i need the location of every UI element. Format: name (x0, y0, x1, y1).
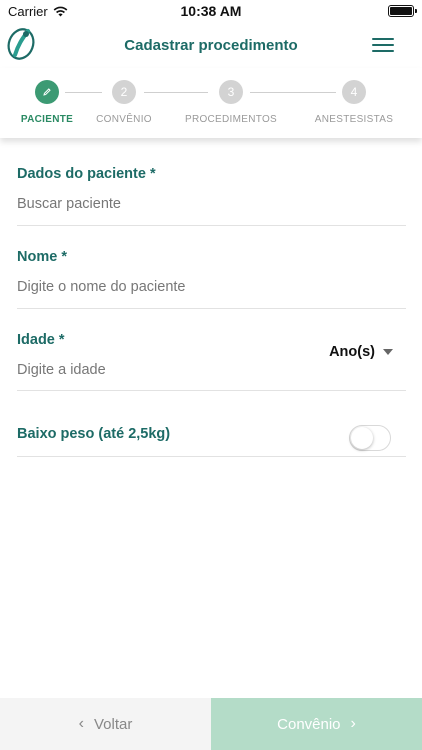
step-label: CONVÊNIO (96, 114, 152, 125)
patient-search-input[interactable] (17, 196, 317, 212)
bottom-navigation: ‹ Voltar Convênio › (0, 698, 422, 750)
chevron-right-icon: › (350, 715, 356, 732)
chevron-left-icon: ‹ (78, 715, 84, 732)
name-label: Nome * (17, 249, 67, 265)
age-label: Idade * (17, 332, 65, 348)
step-connector (144, 92, 208, 93)
low-weight-field: Baixo peso (até 2,5kg) (17, 423, 406, 457)
low-weight-label: Baixo peso (até 2,5kg) (17, 426, 171, 442)
app-logo (7, 28, 35, 60)
age-unit-value: Ano(s) (329, 344, 375, 360)
navigation-bar: Cadastrar procedimento (0, 22, 422, 68)
menu-icon[interactable] (372, 38, 394, 52)
pencil-icon (35, 80, 59, 104)
step-connector (65, 92, 102, 93)
patient-data-field: Dados do paciente * (17, 166, 406, 226)
patient-data-label: Dados do paciente * (17, 166, 156, 182)
back-button-label: Voltar (93, 715, 133, 733)
age-field: Idade * Ano(s) (17, 332, 406, 391)
step-number: 3 (219, 80, 243, 104)
dropdown-caret-icon (383, 349, 393, 355)
page-title: Cadastrar procedimento (124, 36, 298, 54)
next-button[interactable]: Convênio › (211, 698, 422, 750)
name-input[interactable] (17, 279, 317, 295)
back-button[interactable]: ‹ Voltar (0, 698, 211, 750)
age-input[interactable] (17, 362, 277, 378)
clock: 10:38 AM (180, 3, 242, 19)
progress-stepper: PACIENTE 2 CONVÊNIO 3 PROCEDIMENTOS 4 AN… (0, 68, 422, 138)
step-label: ANESTESISTAS (314, 114, 394, 125)
next-button-label: Convênio (277, 715, 341, 733)
name-field: Nome * (17, 249, 406, 309)
step-number: 4 (342, 80, 366, 104)
battery-icon (388, 5, 417, 17)
step-connector (250, 92, 336, 93)
step-label: PROCEDIMENTOS (184, 114, 278, 125)
low-weight-toggle[interactable] (349, 425, 391, 451)
step-number: 2 (112, 80, 136, 104)
status-bar: Carrier 10:38 AM (0, 0, 422, 22)
age-unit-select[interactable]: Ano(s) (329, 344, 393, 360)
